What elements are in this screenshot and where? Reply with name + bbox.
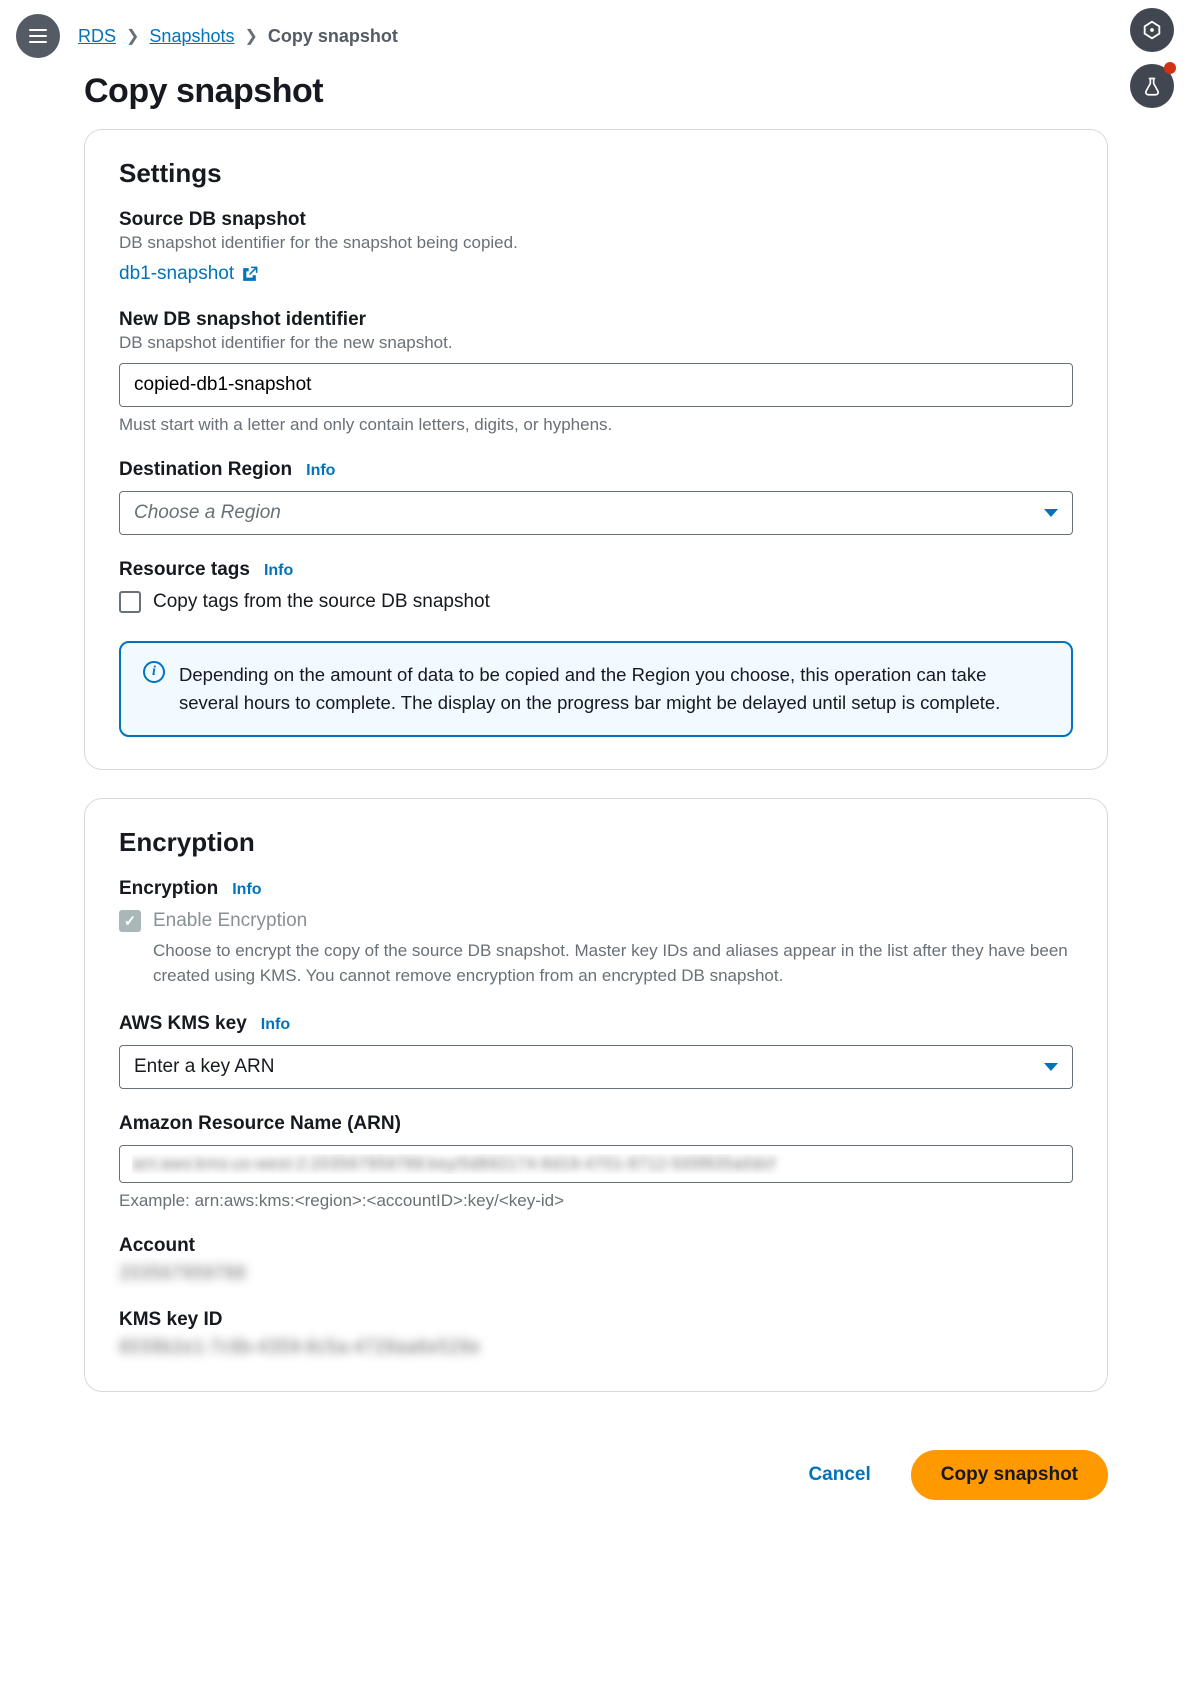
hamburger-icon	[29, 29, 47, 43]
kms-key-select[interactable]: Enter a key ARN	[119, 1045, 1073, 1089]
cancel-button[interactable]: Cancel	[792, 1454, 886, 1496]
new-id-helper: Must start with a letter and only contai…	[119, 415, 1073, 435]
encryption-heading: Encryption	[119, 827, 1073, 858]
info-alert: i Depending on the amount of data to be …	[119, 641, 1073, 737]
account-label: Account	[119, 1235, 1073, 1257]
enable-encryption-row: Enable Encryption	[119, 910, 1073, 932]
chevron-down-icon	[1044, 509, 1058, 517]
new-id-input[interactable]	[119, 363, 1073, 407]
dest-region-info[interactable]: Info	[306, 462, 335, 480]
external-link-icon	[240, 265, 259, 284]
enable-encryption-label: Enable Encryption	[153, 910, 307, 932]
source-snapshot-label: Source DB snapshot	[119, 209, 1073, 231]
hexagon-icon	[1141, 19, 1163, 41]
new-id-label: New DB snapshot identifier	[119, 309, 1073, 331]
dest-region-placeholder: Choose a Region	[134, 502, 281, 524]
source-snapshot-link-text: db1-snapshot	[119, 263, 234, 285]
settings-heading: Settings	[119, 158, 1073, 189]
breadcrumb-rds[interactable]: RDS	[78, 26, 116, 47]
page-title: Copy snapshot	[0, 64, 1192, 129]
chevron-right-icon: ❯	[244, 26, 257, 46]
flask-icon	[1142, 76, 1162, 96]
dest-region-select[interactable]: Choose a Region	[119, 491, 1073, 535]
menu-button[interactable]	[16, 14, 60, 58]
encryption-desc: Choose to encrypt the copy of the source…	[119, 938, 1073, 989]
encryption-info[interactable]: Info	[232, 881, 261, 899]
chevron-right-icon: ❯	[126, 26, 139, 46]
breadcrumb: RDS ❯ Snapshots ❯ Copy snapshot	[60, 26, 398, 47]
copy-tags-checkbox-row[interactable]: Copy tags from the source DB snapshot	[119, 591, 1073, 613]
encryption-label: Encryption	[119, 878, 218, 900]
resource-tags-label: Resource tags	[119, 559, 250, 581]
resource-tags-info[interactable]: Info	[264, 562, 293, 580]
kms-id-value: 8039b2e1-7c9b-4359-8c5a-4728aa6e529e	[119, 1337, 1073, 1359]
source-snapshot-desc: DB snapshot identifier for the snapshot …	[119, 233, 1073, 253]
breadcrumb-snapshots[interactable]: Snapshots	[149, 26, 234, 47]
info-icon: i	[143, 661, 165, 683]
info-alert-text: Depending on the amount of data to be co…	[179, 661, 1049, 717]
settings-card: Settings Source DB snapshot DB snapshot …	[84, 129, 1108, 770]
kms-key-value: Enter a key ARN	[134, 1056, 274, 1078]
copy-snapshot-button[interactable]: Copy snapshot	[911, 1450, 1108, 1500]
arn-example: Example: arn:aws:kms:<region>:<accountID…	[119, 1191, 1073, 1211]
kms-id-label: KMS key ID	[119, 1309, 1073, 1331]
experiments-button[interactable]	[1130, 64, 1174, 108]
chevron-down-icon	[1044, 1063, 1058, 1071]
enable-encryption-checkbox	[119, 910, 141, 932]
kms-key-label: AWS KMS key	[119, 1013, 247, 1035]
breadcrumb-current: Copy snapshot	[268, 26, 398, 47]
account-value: 203567959788	[119, 1263, 1073, 1285]
copy-tags-label: Copy tags from the source DB snapshot	[153, 591, 490, 613]
dest-region-label: Destination Region	[119, 459, 292, 481]
new-id-desc: DB snapshot identifier for the new snaps…	[119, 333, 1073, 353]
copy-tags-checkbox[interactable]	[119, 591, 141, 613]
encryption-card: Encryption Encryption Info Enable Encryp…	[84, 798, 1108, 1392]
arn-label: Amazon Resource Name (ARN)	[119, 1113, 1073, 1135]
notification-dot-icon	[1164, 62, 1176, 74]
source-snapshot-link[interactable]: db1-snapshot	[119, 263, 259, 285]
kms-key-info[interactable]: Info	[261, 1016, 290, 1034]
cloudshell-button[interactable]	[1130, 8, 1174, 52]
arn-input[interactable]	[119, 1145, 1073, 1183]
